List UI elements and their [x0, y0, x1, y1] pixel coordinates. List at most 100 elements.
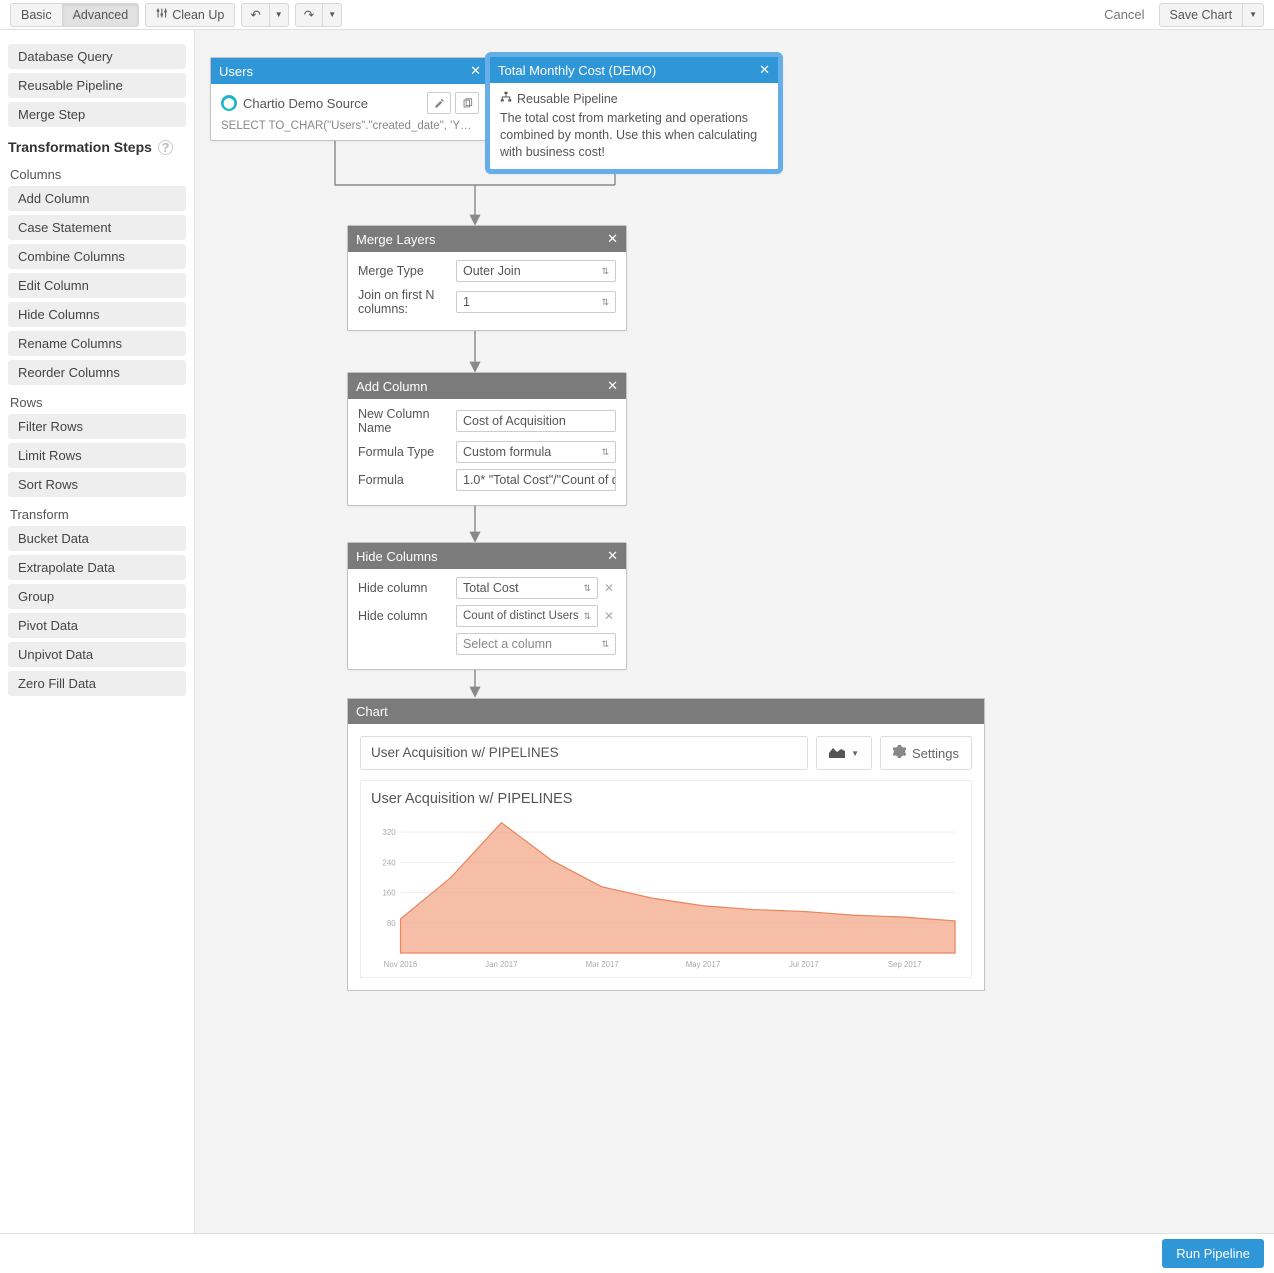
sidebar-item-pivot-data[interactable]: Pivot Data [8, 613, 186, 638]
caret-down-icon: ▼ [1249, 10, 1257, 19]
hide-col-select-2[interactable]: Count of distinct Users ⇅ [456, 605, 598, 627]
join-columns-label: Join on first N columns: [358, 288, 456, 316]
sidebar-item-limit-rows[interactable]: Limit Rows [8, 443, 186, 468]
undo-icon: ↶ [250, 7, 260, 22]
cleanup-button[interactable]: Clean Up [145, 3, 235, 27]
addcol-node-header[interactable]: Add Column ✕ [348, 373, 626, 399]
undo-dropdown[interactable]: ▼ [270, 3, 289, 27]
sidebar-item-database-query[interactable]: Database Query [8, 44, 186, 69]
sidebar-item-sort-rows[interactable]: Sort Rows [8, 472, 186, 497]
hide-columns-node[interactable]: Hide Columns ✕ Hide column Total Cost ⇅ … [347, 542, 627, 670]
chart-plot: 80160240320Nov 2016Jan 2017Mar 2017May 2… [371, 813, 961, 973]
merge-node-header[interactable]: Merge Layers ✕ [348, 226, 626, 252]
sidebar-item-extrapolate-data[interactable]: Extrapolate Data [8, 555, 186, 580]
chart-type-dropdown[interactable]: ▼ [816, 736, 872, 770]
sidebar-item-bucket-data[interactable]: Bucket Data [8, 526, 186, 551]
chart-node-header[interactable]: Chart [348, 699, 984, 724]
formula-value: 1.0* "Total Cost"/"Count of dis [463, 473, 616, 487]
chart-title-input[interactable]: User Acquisition w/ PIPELINES [360, 736, 808, 770]
hide-col-select-3[interactable]: Select a column ⇅ [456, 633, 616, 655]
sidebar-item-reusable-pipeline[interactable]: Reusable Pipeline [8, 73, 186, 98]
transform-subheader: Transform [0, 501, 194, 526]
users-node[interactable]: Users ✕ ⬤ Chartio Demo Source S [210, 57, 490, 141]
svg-text:Jul 2017: Jul 2017 [789, 960, 819, 969]
save-chart-button[interactable]: Save Chart [1159, 3, 1244, 27]
redo-dropdown[interactable]: ▼ [323, 3, 342, 27]
redo-button[interactable]: ↷ [295, 3, 323, 27]
cancel-button[interactable]: Cancel [1096, 3, 1152, 26]
sidebar-item-add-column[interactable]: Add Column [8, 186, 186, 211]
copy-icon[interactable] [455, 92, 479, 114]
users-node-header[interactable]: Users ✕ [211, 58, 489, 84]
sidebar-item-rename-columns[interactable]: Rename Columns [8, 331, 186, 356]
pencil-icon[interactable] [427, 92, 451, 114]
remove-row-icon[interactable]: ✕ [602, 609, 616, 623]
formula-type-select[interactable]: Custom formula ⇅ [456, 441, 616, 463]
caret-updown-icon: ⇅ [583, 611, 591, 622]
transformation-steps-heading: Transformation Steps ? [0, 131, 194, 161]
chart-node[interactable]: Chart User Acquisition w/ PIPELINES ▼ [347, 698, 985, 991]
svg-text:Jan 2017: Jan 2017 [485, 960, 517, 969]
canvas[interactable]: Users ✕ ⬤ Chartio Demo Source S [195, 30, 1274, 1233]
close-icon[interactable]: ✕ [607, 231, 618, 247]
sidebar-item-combine-columns[interactable]: Combine Columns [8, 244, 186, 269]
sitemap-icon [500, 91, 512, 106]
merge-layers-node[interactable]: Merge Layers ✕ Merge Type Outer Join ⇅ J… [347, 225, 627, 331]
users-sql-preview: SELECT TO_CHAR("Users"."created_date", '… [211, 120, 489, 140]
hide-col-label-1: Hide column [358, 581, 456, 595]
chart-node-title: Chart [356, 704, 388, 719]
reusable-node-header[interactable]: Total Monthly Cost (DEMO) ✕ [490, 57, 778, 83]
sidebar-top-group: Database Query Reusable Pipeline Merge S… [0, 40, 194, 127]
svg-text:80: 80 [387, 919, 396, 928]
heading-label: Transformation Steps [8, 139, 152, 155]
users-node-title: Users [219, 64, 253, 79]
area-chart-icon [829, 746, 845, 761]
chart-settings-button[interactable]: Settings [880, 736, 972, 770]
save-chart-dropdown[interactable]: ▼ [1243, 3, 1264, 27]
close-icon[interactable]: ✕ [607, 548, 618, 564]
join-columns-value: 1 [463, 295, 470, 309]
close-icon[interactable]: ✕ [470, 63, 481, 79]
reusable-pipeline-node[interactable]: Total Monthly Cost (DEMO) ✕ Reusable Pip… [485, 52, 783, 174]
add-column-node[interactable]: Add Column ✕ New Column Name Cost of Acq… [347, 372, 627, 506]
formula-type-label: Formula Type [358, 445, 456, 459]
sidebar-item-group[interactable]: Group [8, 584, 186, 609]
close-icon[interactable]: ✕ [759, 62, 770, 78]
sidebar-item-unpivot-data[interactable]: Unpivot Data [8, 642, 186, 667]
sidebar-item-case-statement[interactable]: Case Statement [8, 215, 186, 240]
gear-icon [893, 745, 906, 761]
newcol-label: New Column Name [358, 407, 456, 435]
merge-type-select[interactable]: Outer Join ⇅ [456, 260, 616, 282]
remove-row-icon[interactable]: ✕ [602, 581, 616, 595]
cleanup-label: Clean Up [172, 8, 224, 22]
sidebar-item-filter-rows[interactable]: Filter Rows [8, 414, 186, 439]
sidebar-item-hide-columns[interactable]: Hide Columns [8, 302, 186, 327]
help-icon[interactable]: ? [158, 140, 173, 155]
hide-col-select-1[interactable]: Total Cost ⇅ [456, 577, 598, 599]
join-columns-select[interactable]: 1 ⇅ [456, 291, 616, 313]
hide-col-value-3: Select a column [463, 637, 552, 651]
pipeline-description: The total cost from marketing and operat… [500, 110, 768, 161]
sidebar-item-merge-step[interactable]: Merge Step [8, 102, 186, 127]
caret-updown-icon: ⇅ [601, 266, 609, 277]
hide-node-header[interactable]: Hide Columns ✕ [348, 543, 626, 569]
sidebar-item-reorder-columns[interactable]: Reorder Columns [8, 360, 186, 385]
datasource-icon: ⬤ [221, 95, 237, 111]
undo-button[interactable]: ↶ [241, 3, 269, 27]
svg-text:160: 160 [382, 888, 396, 897]
basic-tab[interactable]: Basic [10, 3, 63, 27]
newcol-value: Cost of Acquisition [463, 414, 566, 428]
sidebar-item-edit-column[interactable]: Edit Column [8, 273, 186, 298]
hide-col-value-1: Total Cost [463, 581, 519, 595]
run-pipeline-button[interactable]: Run Pipeline [1162, 1239, 1264, 1268]
sidebar-item-zero-fill-data[interactable]: Zero Fill Data [8, 671, 186, 696]
chart-inner-title: User Acquisition w/ PIPELINES [371, 791, 961, 807]
close-icon[interactable]: ✕ [607, 378, 618, 394]
pipeline-tag: Reusable Pipeline [500, 91, 768, 106]
hide-col-value-2: Count of distinct Users [463, 610, 579, 622]
svg-text:Nov 2016: Nov 2016 [384, 960, 418, 969]
reusable-node-title: Total Monthly Cost (DEMO) [498, 63, 656, 78]
formula-input[interactable]: 1.0* "Total Cost"/"Count of dis [456, 469, 616, 491]
advanced-tab[interactable]: Advanced [63, 3, 140, 27]
newcol-input[interactable]: Cost of Acquisition [456, 410, 616, 432]
